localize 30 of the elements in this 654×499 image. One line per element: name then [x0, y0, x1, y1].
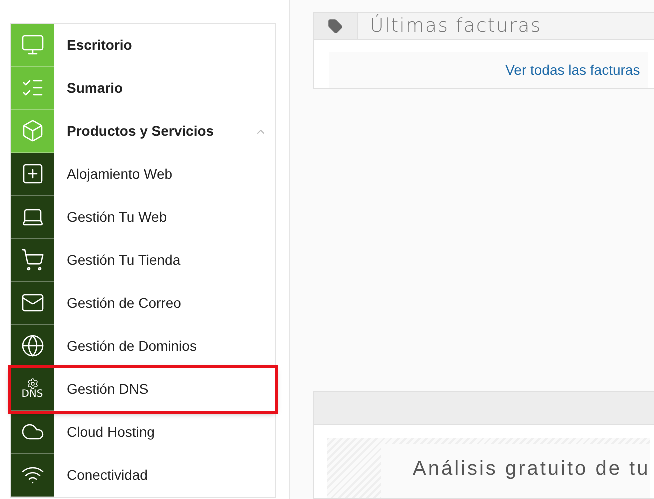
sidebar-item[interactable]: Gestión Tu Web: [11, 196, 275, 239]
globe-icon: [20, 334, 44, 358]
tag-icon: [328, 18, 343, 34]
card-title: Últimas facturas: [370, 13, 542, 39]
cart-icon: [20, 248, 44, 272]
sidebar-label: Conectividad: [67, 466, 148, 485]
analysis-title: Análisis gratuito de tu: [413, 458, 650, 480]
sidebar-item[interactable]: Conectividad: [11, 454, 275, 497]
box-icon: [20, 119, 44, 143]
sidebar-label: Alojamiento Web: [67, 165, 173, 184]
sidebar-label: Gestión Tu Web: [67, 208, 168, 227]
sidebar-item[interactable]: Escritorio: [11, 24, 275, 67]
sidebar-label: Productos y Servicios: [67, 122, 214, 141]
monitor-icon: [20, 33, 44, 57]
sidebar-label: Escritorio: [67, 36, 132, 55]
plus-square-icon: [20, 162, 44, 186]
sidebar-label: Sumario: [67, 79, 124, 98]
sidebar-item[interactable]: Alojamiento Web: [11, 153, 275, 196]
sidebar-label: Gestión de Dominios: [67, 337, 197, 356]
sidebar-item[interactable]: DNS Gestión DNS: [11, 368, 275, 411]
sidebar-item[interactable]: Gestión Tu Tienda: [11, 239, 275, 282]
sidebar-label: Gestión Tu Tienda: [67, 251, 181, 270]
sidebar-item[interactable]: Cloud Hosting: [11, 411, 275, 454]
sidebar-item[interactable]: Gestión de Dominios: [11, 325, 275, 368]
sidebar-item[interactable]: Productos y Servicios: [11, 110, 275, 153]
sidebar-label: Gestión de Correo: [67, 294, 182, 313]
sidebar-label: Cloud Hosting: [67, 423, 155, 442]
sidebar-item[interactable]: Sumario: [11, 67, 275, 110]
sidebar-item[interactable]: Gestión de Correo: [11, 282, 275, 325]
sidebar-label: Gestión DNS: [67, 380, 149, 399]
